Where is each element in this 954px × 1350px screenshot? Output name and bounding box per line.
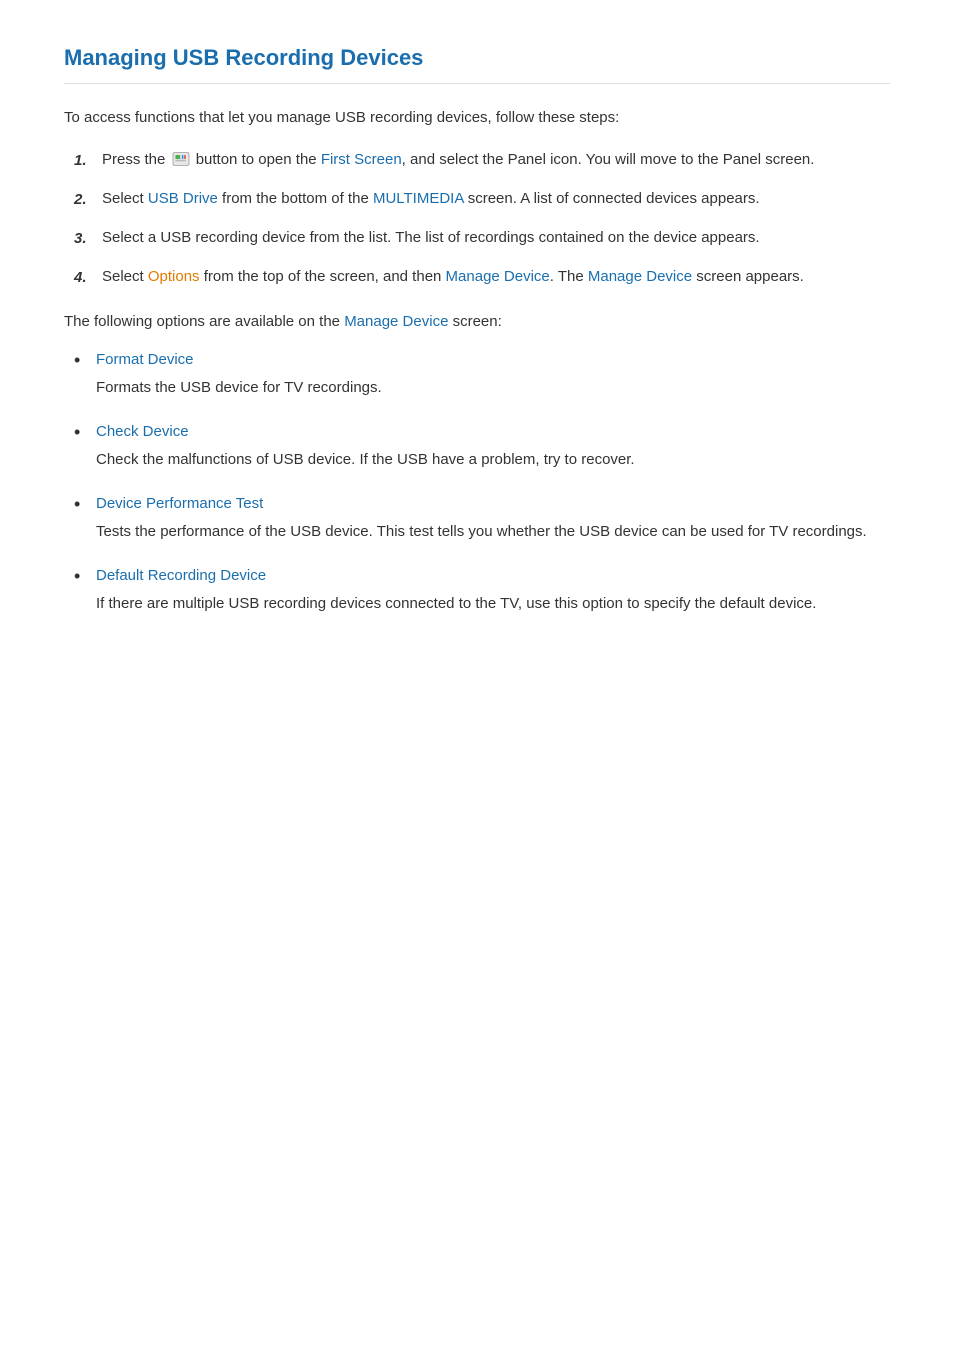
option-block-3: Device Performance Test Tests the perfor… (96, 492, 890, 544)
manage-device-inline-link[interactable]: Manage Device (344, 313, 448, 330)
step-content-2: Select USB Drive from the bottom of the … (102, 187, 890, 211)
option-check-device: • Check Device Check the malfunctions of… (74, 420, 890, 472)
bullet-1: • (74, 348, 96, 373)
step-content-3: Select a USB recording device from the l… (102, 226, 890, 250)
bullet-3: • (74, 492, 96, 517)
step-content-4: Select Options from the top of the scree… (102, 265, 890, 289)
option-desc-3: Tests the performance of the USB device.… (96, 523, 867, 540)
option-desc-2: Check the malfunctions of USB device. If… (96, 451, 635, 468)
step-2: 2. Select USB Drive from the bottom of t… (74, 187, 890, 212)
option-block-1: Format Device Formats the USB device for… (96, 348, 890, 400)
option-format-device: • Format Device Formats the USB device f… (74, 348, 890, 400)
options-list: • Format Device Formats the USB device f… (64, 348, 890, 616)
bullet-2: • (74, 420, 96, 445)
multimedia-link[interactable]: MULTIMEDIA (373, 190, 464, 207)
intro-text: To access functions that let you manage … (64, 106, 890, 130)
options-link[interactable]: Options (148, 268, 200, 285)
option-block-2: Check Device Check the malfunctions of U… (96, 420, 890, 472)
options-intro: The following options are available on t… (64, 310, 890, 334)
option-title-1[interactable]: Format Device (96, 348, 890, 372)
step-4: 4. Select Options from the top of the sc… (74, 265, 890, 290)
first-screen-link[interactable]: First Screen (321, 151, 402, 168)
manage-device-link-2[interactable]: Manage Device (588, 268, 692, 285)
option-desc-1: Formats the USB device for TV recordings… (96, 379, 382, 396)
option-block-4: Default Recording Device If there are mu… (96, 564, 890, 616)
step-3: 3. Select a USB recording device from th… (74, 226, 890, 251)
step-number-2: 2. (74, 187, 102, 212)
usb-drive-link[interactable]: USB Drive (148, 190, 218, 207)
page-title: Managing USB Recording Devices (64, 40, 890, 84)
step-content-1: Press the button to open the First Scree… (102, 148, 890, 172)
option-title-3[interactable]: Device Performance Test (96, 492, 890, 516)
option-title-2[interactable]: Check Device (96, 420, 890, 444)
step-number-4: 4. (74, 265, 102, 290)
usb-button-icon (172, 151, 190, 167)
option-desc-4: If there are multiple USB recording devi… (96, 595, 816, 612)
option-title-4[interactable]: Default Recording Device (96, 564, 890, 588)
manage-device-link-1[interactable]: Manage Device (446, 268, 550, 285)
step-number-3: 3. (74, 226, 102, 251)
option-default-recording: • Default Recording Device If there are … (74, 564, 890, 616)
step-1: 1. Press the button to open the First Sc… (74, 148, 890, 173)
bullet-4: • (74, 564, 96, 589)
steps-list: 1. Press the button to open the First Sc… (64, 148, 890, 290)
option-performance-test: • Device Performance Test Tests the perf… (74, 492, 890, 544)
step-number-1: 1. (74, 148, 102, 173)
